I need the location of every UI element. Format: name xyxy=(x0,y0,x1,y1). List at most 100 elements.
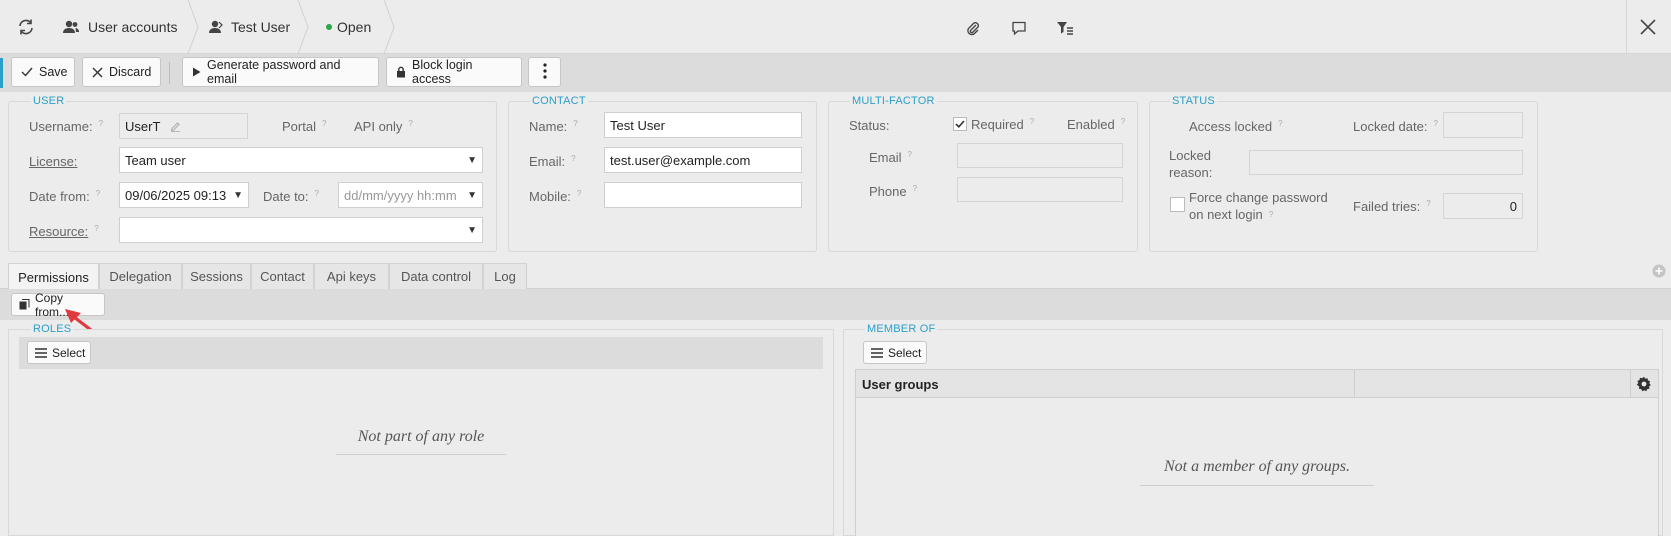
save-label: Save xyxy=(39,65,68,79)
portal-label[interactable]: Portal? xyxy=(282,119,326,134)
top-divider xyxy=(1626,0,1627,54)
member-of-title: MEMBER OF xyxy=(865,323,938,335)
date-to-field[interactable]: dd/mm/yyyy hh:mm ▼ xyxy=(338,182,483,208)
member-select-label: Select xyxy=(888,345,922,360)
api-only-label[interactable]: API only? xyxy=(354,119,413,134)
breadcrumb-separator xyxy=(383,0,395,54)
breadcrumb-user-accounts[interactable]: User accounts xyxy=(62,0,182,54)
failed-tries-field: 0 xyxy=(1443,193,1523,219)
date-to-placeholder: dd/mm/yyyy hh:mm xyxy=(344,187,457,203)
locked-reason-label: Locked reason: xyxy=(1169,148,1213,180)
permissions-toolbar: Copy from... xyxy=(0,289,1671,320)
refresh-icon[interactable] xyxy=(14,15,38,39)
chevron-down-icon: ▼ xyxy=(233,190,243,201)
generate-password-button[interactable]: Generate password and email xyxy=(182,57,379,87)
roles-toolbar xyxy=(19,337,823,369)
detail-tabs: Permissions Delegation Sessions Contact … xyxy=(0,263,1671,290)
mobile-label: Mobile:? xyxy=(529,189,582,204)
roles-select-label: Select xyxy=(52,345,86,360)
contact-group-title: CONTACT xyxy=(530,95,588,107)
name-field[interactable]: Test User xyxy=(604,112,802,138)
mfa-phone-field xyxy=(957,177,1123,202)
required-label[interactable]: Required? xyxy=(971,117,1034,132)
mfa-group-title: MULTI-FACTOR xyxy=(850,95,937,107)
tab-delegation[interactable]: Delegation xyxy=(99,263,182,289)
toolbar-divider xyxy=(169,62,170,84)
member-select-button[interactable]: Select xyxy=(863,341,927,364)
column-divider xyxy=(1630,370,1631,398)
access-locked-label: Access locked? xyxy=(1189,119,1283,134)
username-field: UserT xyxy=(119,113,248,139)
user-accounts-icon xyxy=(62,20,80,34)
user-groups-column-header[interactable]: User groups xyxy=(862,377,939,392)
close-icon[interactable] xyxy=(1636,15,1660,39)
date-from-label: Date from:? xyxy=(29,189,101,204)
paperclip-icon[interactable] xyxy=(962,17,984,39)
check-icon xyxy=(21,67,33,77)
required-checkbox[interactable] xyxy=(953,117,967,131)
tab-contact[interactable]: Contact xyxy=(251,263,314,289)
roles-empty-message: Not part of any role xyxy=(357,428,485,445)
breadcrumb-label: Open xyxy=(337,19,372,35)
locked-reason-field xyxy=(1249,150,1523,175)
date-to-label: Date to:? xyxy=(263,189,319,204)
column-divider xyxy=(1354,370,1355,398)
roles-select-button[interactable]: Select xyxy=(27,341,91,364)
mfa-email-field xyxy=(957,143,1123,168)
chevron-down-icon: ▼ xyxy=(467,225,477,236)
member-empty-underline xyxy=(1140,485,1374,486)
edit-pencil-icon[interactable] xyxy=(170,121,181,132)
tab-permissions[interactable]: Permissions xyxy=(8,263,99,290)
list-icon xyxy=(871,347,883,358)
breadcrumb-test-user[interactable]: Test User xyxy=(208,0,298,54)
tab-log[interactable]: Log xyxy=(483,263,527,289)
comment-icon[interactable] xyxy=(1008,17,1030,39)
license-value: Team user xyxy=(125,152,186,168)
play-icon xyxy=(192,67,201,77)
gear-icon[interactable] xyxy=(1636,376,1652,392)
more-options-button[interactable] xyxy=(528,57,561,87)
roles-empty-underline xyxy=(336,454,506,455)
discard-button[interactable]: Discard xyxy=(82,57,161,87)
filter-list-icon[interactable] xyxy=(1053,17,1077,39)
license-select[interactable]: Team user ▼ xyxy=(119,147,483,173)
top-bar: User accounts Test User Open xyxy=(0,0,1671,54)
lock-icon xyxy=(396,66,406,78)
force-change-label[interactable]: Force change password on next login? xyxy=(1189,189,1328,223)
block-login-button[interactable]: Block login access xyxy=(386,57,522,87)
date-from-value: 09/06/2025 09:13 xyxy=(125,187,227,203)
list-icon xyxy=(35,347,47,358)
tab-data-control[interactable]: Data control xyxy=(389,263,483,289)
user-group-title: USER xyxy=(31,95,67,107)
member-empty-message: Not a member of any groups. xyxy=(1163,458,1351,475)
tab-sessions[interactable]: Sessions xyxy=(182,263,251,289)
chevron-down-icon: ▼ xyxy=(467,190,477,201)
breadcrumb-separator xyxy=(187,0,199,54)
chevron-down-icon: ▼ xyxy=(467,155,477,166)
x-icon xyxy=(92,67,103,78)
username-label: Username:? xyxy=(29,119,104,134)
email-field[interactable]: test.user@example.com xyxy=(604,147,802,173)
tab-api-keys[interactable]: Api keys xyxy=(314,263,389,289)
license-link[interactable]: License: xyxy=(29,154,77,169)
discard-label: Discard xyxy=(109,65,152,79)
date-from-field[interactable]: 09/06/2025 09:13 ▼ xyxy=(119,182,249,208)
failed-tries-value: 0 xyxy=(1509,198,1517,214)
force-change-checkbox[interactable] xyxy=(1170,197,1185,212)
username-value: UserT xyxy=(125,118,161,134)
resource-select[interactable]: ▼ xyxy=(119,217,483,243)
mobile-field[interactable] xyxy=(604,182,802,208)
check-icon xyxy=(955,120,965,128)
locked-date-label: Locked date:? xyxy=(1353,119,1438,134)
breadcrumb-status[interactable]: Open xyxy=(326,0,386,54)
user-icon xyxy=(208,20,224,34)
block-label: Block login access xyxy=(412,58,473,86)
more-vertical-icon xyxy=(542,62,547,82)
resource-link[interactable]: Resource:? xyxy=(29,224,99,239)
save-button[interactable]: Save xyxy=(11,57,75,87)
action-toolbar: Save Discard Generate password and email… xyxy=(0,54,1671,92)
breadcrumb-separator xyxy=(297,0,309,54)
enabled-label: Enabled? xyxy=(1067,117,1126,132)
left-accent xyxy=(0,58,3,88)
email-value: test.user@example.com xyxy=(610,152,751,168)
